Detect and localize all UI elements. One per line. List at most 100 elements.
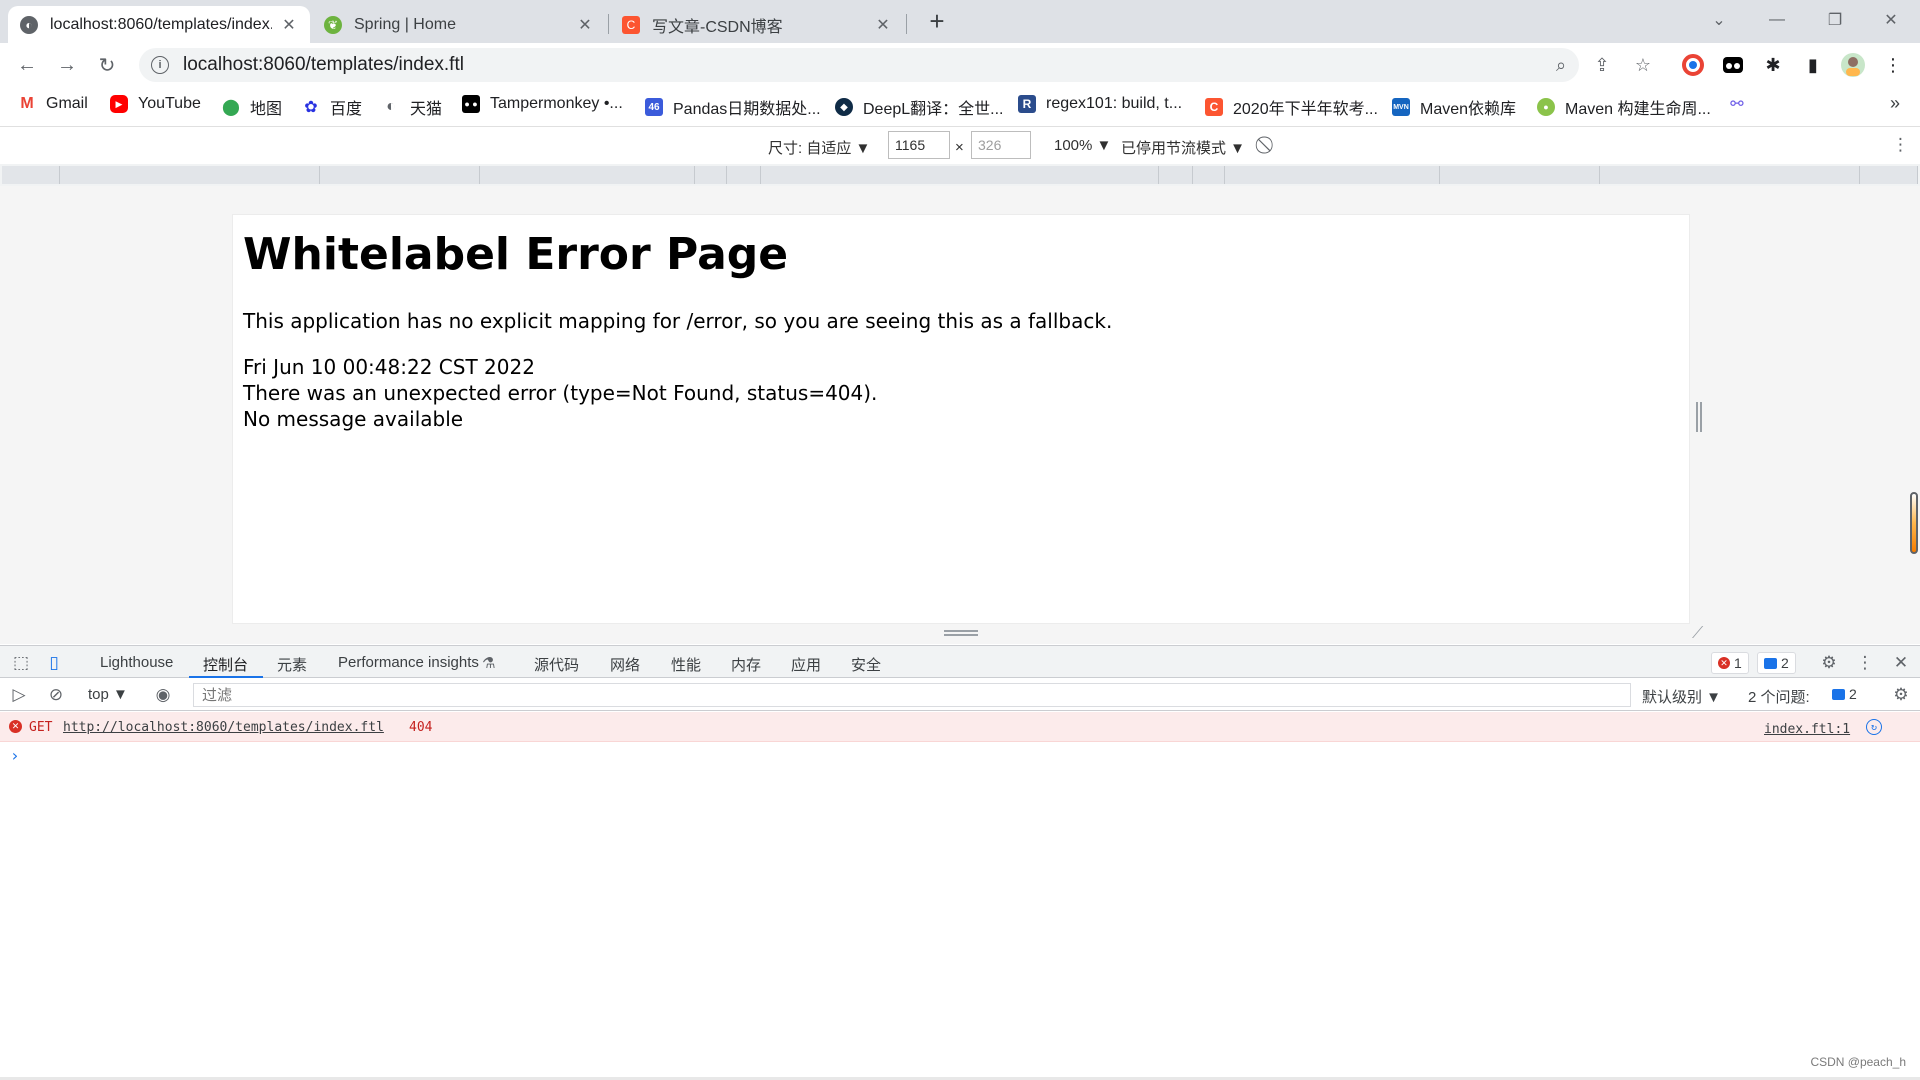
- viewport-height-input[interactable]: [971, 131, 1031, 159]
- profile-avatar[interactable]: [1840, 52, 1866, 78]
- tab-application[interactable]: 应用: [791, 654, 821, 675]
- tab-performance[interactable]: 性能: [671, 654, 701, 675]
- media-query-segment[interactable]: [320, 166, 480, 184]
- viewport-resize-corner-icon[interactable]: ⟋: [1692, 625, 1703, 643]
- tab-localhost[interactable]: ◐ localhost:8060/templates/index.ftl ✕: [8, 6, 310, 43]
- minimize-button[interactable]: —: [1748, 0, 1806, 40]
- address-url[interactable]: localhost:8060/templates/index.ftl: [183, 54, 464, 76]
- media-query-segment[interactable]: [1159, 166, 1193, 184]
- bookmark-deepl[interactable]: ◆ DeepL翻译：全世...: [835, 95, 1004, 119]
- issues-label[interactable]: 2 个问题:: [1748, 686, 1810, 707]
- deepl-icon: ◆: [835, 98, 853, 116]
- tampermonkey-ext-icon[interactable]: [1720, 52, 1746, 78]
- bookmark-maven-lifecycle[interactable]: ● Maven 构建生命周...: [1537, 95, 1711, 119]
- bookmark-maven-repo[interactable]: MVN Maven依赖库: [1392, 95, 1516, 119]
- bookmark-pandas[interactable]: 46 Pandas日期数据处...: [645, 95, 821, 119]
- device-toolbar-menu-icon[interactable]: ⋮: [1892, 135, 1909, 155]
- bookmark-tmall[interactable]: ◐ 天猫: [382, 95, 442, 119]
- viewport-width-input[interactable]: [888, 131, 950, 159]
- settings-gear-icon[interactable]: ⚙: [1818, 652, 1840, 674]
- device-toggle-icon[interactable]: ▯: [43, 652, 65, 674]
- scrollbar-thumb[interactable]: [1910, 492, 1918, 554]
- reload-button[interactable]: ↻: [93, 51, 121, 79]
- clear-console-icon[interactable]: ⊘: [45, 684, 67, 706]
- bookmark-label: Gmail: [46, 95, 88, 112]
- chrome-menu-icon[interactable]: ⋮: [1880, 52, 1906, 78]
- back-button[interactable]: ←: [13, 51, 41, 79]
- media-query-bar[interactable]: [0, 164, 1920, 186]
- media-query-segment[interactable]: [1193, 166, 1225, 184]
- media-query-segment[interactable]: [60, 166, 320, 184]
- chrome-extension-icon[interactable]: [1680, 52, 1706, 78]
- tab-performance-insights[interactable]: Performance insights: [338, 654, 479, 671]
- media-query-segment[interactable]: [761, 166, 1159, 184]
- media-query-segment[interactable]: [2, 166, 60, 184]
- sidebar-toggle-icon[interactable]: ▷: [8, 684, 30, 706]
- share-icon[interactable]: ⇪: [1588, 51, 1616, 79]
- bookmark-regex101[interactable]: R regex101: build, t...: [1018, 95, 1182, 113]
- address-bar[interactable]: i localhost:8060/templates/index.ftl: [139, 48, 1579, 82]
- console-prompt-icon[interactable]: ›: [10, 746, 20, 765]
- new-tab-button[interactable]: +: [922, 6, 952, 36]
- message-count-badge[interactable]: 2: [1757, 652, 1796, 674]
- bookmark-label: 地图: [250, 101, 283, 118]
- media-query-segment[interactable]: [1225, 166, 1440, 184]
- bookmark-link[interactable]: ⚯: [1728, 95, 1756, 113]
- source-location-link[interactable]: index.ftl:1: [1764, 722, 1850, 737]
- close-window-button[interactable]: ✕: [1862, 0, 1920, 40]
- media-query-segment[interactable]: [1440, 166, 1600, 184]
- issues-count-badge[interactable]: 2: [1826, 683, 1863, 705]
- bookmark-youtube[interactable]: ▶ YouTube: [110, 95, 201, 113]
- context-selector[interactable]: top ▼: [88, 686, 128, 703]
- close-tab-icon[interactable]: ✕: [874, 15, 892, 35]
- close-devtools-icon[interactable]: ✕: [1890, 652, 1912, 674]
- pandas-icon: 46: [645, 98, 663, 116]
- media-query-segment[interactable]: [727, 166, 761, 184]
- viewport-resize-handle-right[interactable]: [1696, 402, 1702, 432]
- error-count-badge[interactable]: ✕ 1: [1711, 652, 1749, 674]
- bookmark-baidu[interactable]: ✿ 百度: [302, 95, 362, 119]
- console-filter-input[interactable]: [193, 683, 1631, 707]
- restore-button[interactable]: ❐: [1806, 0, 1864, 40]
- media-query-segment[interactable]: [695, 166, 727, 184]
- tab-sources[interactable]: 源代码: [534, 654, 579, 675]
- live-expression-eye-icon[interactable]: ◉: [152, 684, 174, 706]
- tab-elements[interactable]: 元素: [277, 654, 307, 675]
- zoom-icon[interactable]: ⌕: [1547, 51, 1575, 79]
- log-level-dropdown[interactable]: 默认级别 ▼: [1642, 686, 1721, 707]
- bookmark-tampermonkey[interactable]: ● ● Tampermonkey •...: [462, 95, 623, 113]
- media-query-segment[interactable]: [1860, 166, 1918, 184]
- side-panel-icon[interactable]: ▮: [1800, 52, 1826, 78]
- tab-spring-home[interactable]: ❦ Spring | Home ✕: [312, 6, 606, 43]
- extensions-puzzle-icon[interactable]: ✱: [1760, 52, 1786, 78]
- zoom-dropdown[interactable]: 100% ▼: [1054, 137, 1111, 154]
- bookmark-ruankao[interactable]: C 2020年下半年软考...: [1205, 95, 1378, 119]
- close-tab-icon[interactable]: ✕: [576, 15, 594, 35]
- bookmark-gmail[interactable]: M Gmail: [18, 95, 88, 113]
- bookmark-maps[interactable]: ⬤ 地图: [222, 95, 282, 119]
- bookmarks-overflow-icon[interactable]: »: [1890, 93, 1900, 114]
- request-url-link[interactable]: http://localhost:8060/templates/index.ft…: [63, 720, 384, 735]
- tab-security[interactable]: 安全: [851, 654, 881, 675]
- throttle-dropdown[interactable]: 已停用节流模式 ▼: [1121, 137, 1245, 158]
- dimensions-dropdown[interactable]: 尺寸: 自适应 ▼: [768, 137, 870, 158]
- csdn-watermark: CSDN @peach_h: [1810, 1055, 1906, 1069]
- tab-console[interactable]: 控制台: [203, 654, 248, 675]
- tab-search-icon[interactable]: ⌄: [1690, 0, 1748, 40]
- network-request-icon[interactable]: ↻: [1866, 719, 1882, 735]
- status-code: 404: [409, 720, 433, 735]
- devtools-menu-icon[interactable]: ⋮: [1854, 652, 1876, 674]
- media-query-segment[interactable]: [1600, 166, 1860, 184]
- tab-csdn[interactable]: C 写文章-CSDN博客 ✕: [610, 6, 904, 43]
- inspect-element-icon[interactable]: ⬚: [10, 652, 32, 674]
- console-settings-icon[interactable]: ⚙: [1890, 684, 1912, 706]
- viewport-resize-handle-bottom[interactable]: [944, 630, 978, 636]
- site-info-icon[interactable]: i: [151, 56, 169, 74]
- bookmark-star-icon[interactable]: ☆: [1629, 51, 1657, 79]
- tab-lighthouse[interactable]: Lighthouse: [100, 654, 173, 671]
- tab-memory[interactable]: 内存: [731, 654, 761, 675]
- forward-button[interactable]: →: [53, 51, 81, 79]
- close-tab-icon[interactable]: ✕: [280, 15, 298, 35]
- tab-network[interactable]: 网络: [610, 654, 640, 675]
- media-query-segment[interactable]: [480, 166, 695, 184]
